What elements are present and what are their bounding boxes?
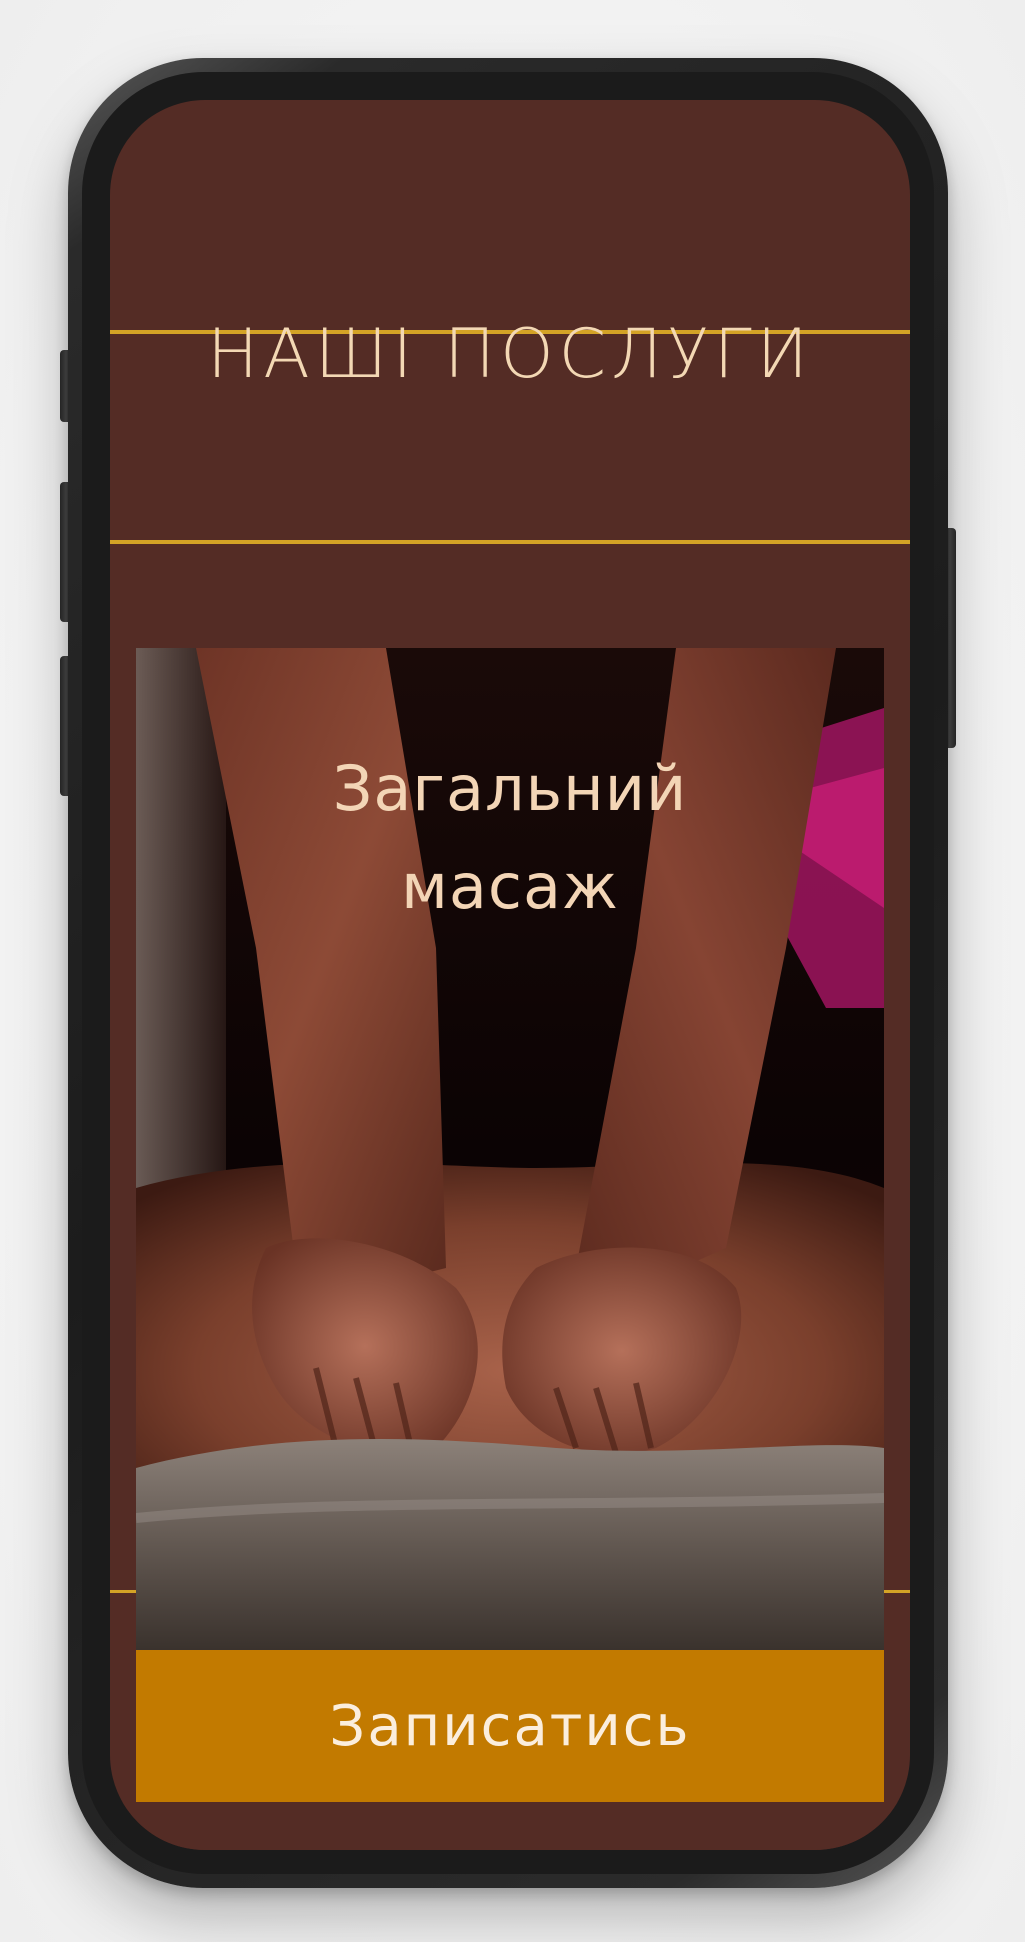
book-appointment-button[interactable]: Записатись <box>136 1650 884 1802</box>
phone-screen: НАШІ ПОСЛУГИ Загальний масаж Записатись <box>110 100 910 1850</box>
service-title-line1: Загальний <box>332 752 688 825</box>
service-title: Загальний масаж <box>136 740 884 936</box>
screen-bottom-area <box>110 1802 910 1850</box>
mockup-stage: НАШІ ПОСЛУГИ Загальний масаж Записатись <box>0 0 1025 1942</box>
service-card[interactable]: Загальний масаж <box>136 648 884 1658</box>
heading-bottom-divider <box>110 540 910 544</box>
service-title-line2: масаж <box>401 850 619 923</box>
page-title: НАШІ ПОСЛУГИ <box>207 315 813 394</box>
